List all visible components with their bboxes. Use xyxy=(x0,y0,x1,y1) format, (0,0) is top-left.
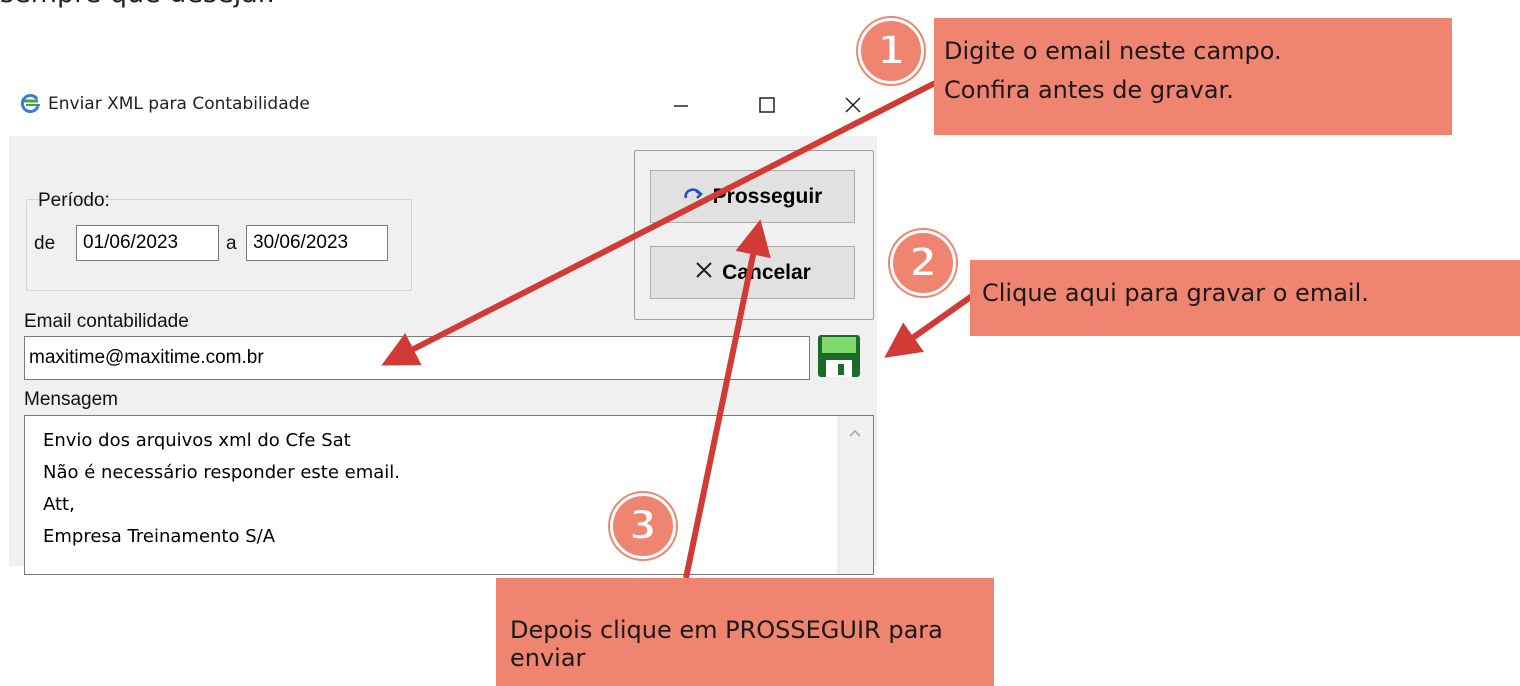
arrow-to-save xyxy=(884,293,974,358)
callout-3: Depois clique em PROSSEGUIR para enviar xyxy=(496,578,994,686)
callout-2: Clique aqui para gravar o email. xyxy=(970,260,1520,336)
badge-3-number: 3 xyxy=(628,502,658,550)
badge-1: 1 xyxy=(858,18,924,84)
badge-1-number: 1 xyxy=(876,27,906,75)
callout-2-line: Clique aqui para gravar o email. xyxy=(982,279,1369,307)
arrow-to-email xyxy=(381,80,937,366)
callout-1-line: Digite o email neste campo. xyxy=(944,37,1282,65)
callout-1: Digite o email neste campo. Confira ante… xyxy=(934,18,1452,135)
arrow-to-prosseguir xyxy=(683,219,771,579)
callout-1-line: Confira antes de gravar. xyxy=(944,76,1234,104)
badge-3: 3 xyxy=(610,493,676,559)
callout-3-line: Depois clique em PROSSEGUIR para enviar xyxy=(510,616,943,672)
badge-2-number: 2 xyxy=(908,239,938,287)
badge-2: 2 xyxy=(890,230,956,296)
